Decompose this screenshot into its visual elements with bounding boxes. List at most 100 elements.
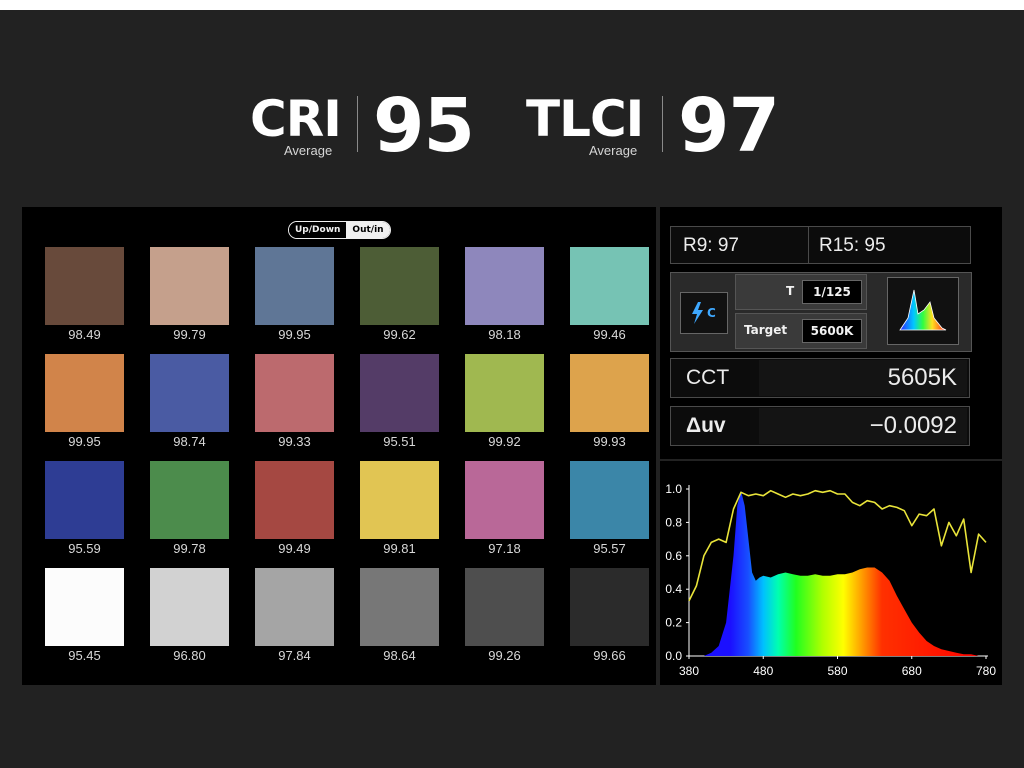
spectrum-chart: 0.0 0.2 0.4 0.6 0.8 1.0 380 480 580 680 780 — [665, 482, 996, 678]
x-tick-label: 680 — [902, 664, 922, 678]
swatch-score: 99.62 — [383, 327, 416, 342]
tlci-divider — [662, 96, 663, 152]
cri-value: 95 — [373, 83, 475, 169]
shutter-value: 1/125 — [802, 280, 862, 304]
duv-value: −0.0092 — [869, 412, 957, 439]
color-swatch — [45, 354, 124, 432]
cct-row: CCT 5605K — [670, 358, 970, 398]
spectrum-thumbnail-icon — [899, 289, 947, 331]
duv-label: Δuv — [686, 414, 726, 437]
color-swatch — [465, 247, 544, 325]
swatch-score: 96.80 — [173, 648, 206, 663]
swatch-score: 99.95 — [68, 434, 101, 449]
color-swatch — [570, 247, 649, 325]
top-band — [0, 0, 1024, 10]
color-swatch — [150, 568, 229, 646]
color-swatch — [465, 568, 544, 646]
mode-button[interactable]: C — [680, 292, 728, 334]
shutter-label: T — [786, 284, 795, 298]
tlci-value: 97 — [678, 83, 780, 169]
y-tick-label: 0.4 — [665, 582, 682, 596]
y-tick-label: 0.6 — [665, 549, 682, 563]
color-swatch — [570, 354, 649, 432]
x-tick-label: 480 — [753, 664, 773, 678]
flash-icon — [692, 302, 703, 324]
color-swatch — [465, 354, 544, 432]
swatch-score: 98.18 — [488, 327, 521, 342]
x-tick-label: 780 — [976, 664, 996, 678]
r9-value: R9: 97 — [683, 235, 739, 256]
y-tick-label: 1.0 — [665, 482, 682, 496]
color-swatch — [255, 568, 334, 646]
color-swatch — [255, 354, 334, 432]
swatch-score: 95.51 — [383, 434, 416, 449]
cri-average-label: Average — [284, 143, 333, 158]
color-swatch — [360, 354, 439, 432]
color-swatch — [45, 568, 124, 646]
swatch-score: 99.81 — [383, 541, 416, 556]
swatch-score: 99.26 — [488, 648, 521, 663]
spectrum-area — [689, 490, 986, 656]
swatch-score: 99.46 — [593, 327, 626, 342]
x-tick-label: 580 — [827, 664, 847, 678]
color-swatch — [150, 461, 229, 539]
color-swatch-panel: Up/Down Out/in 98.49 99.79 99.95 99.62 98.18… — [22, 207, 656, 685]
y-tick-label: 0.2 — [665, 616, 682, 630]
toggle-out-in[interactable]: Out/in — [346, 222, 390, 238]
color-swatch — [360, 461, 439, 539]
color-swatch — [45, 461, 124, 539]
swatch-score: 95.45 — [68, 648, 101, 663]
r15-box: R15: 95 — [808, 226, 971, 264]
swatch-score: 99.66 — [593, 648, 626, 663]
cri-score: CRI Average 95 — [250, 88, 480, 164]
target-value: 5600K — [802, 319, 862, 343]
spectrum-chart-panel: 0.0 0.2 0.4 0.6 0.8 1.0 380 480 580 680 780 — [660, 461, 1002, 685]
camera-settings-box: C T 1/125 Target 5600K — [670, 272, 972, 352]
cct-value-field: 5605K — [759, 360, 967, 396]
tlci-score: TLCI Average 97 — [526, 88, 786, 164]
color-swatch — [150, 354, 229, 432]
cct-label: CCT — [686, 366, 730, 389]
y-tick-label: 0.0 — [665, 649, 682, 663]
shutter-row[interactable]: T 1/125 — [735, 274, 867, 310]
color-swatch — [360, 568, 439, 646]
swatch-score: 99.78 — [173, 541, 206, 556]
tlci-label: TLCI — [526, 90, 644, 148]
tlci-average-label: Average — [589, 143, 638, 158]
color-swatch — [255, 247, 334, 325]
duv-row: Δuv −0.0092 — [670, 406, 970, 446]
color-swatch — [570, 568, 649, 646]
x-tick-label: 380 — [679, 664, 699, 678]
swatch-score: 97.18 — [488, 541, 521, 556]
cri-label: CRI — [250, 90, 342, 148]
swatch-score: 95.59 — [68, 541, 101, 556]
color-swatch — [360, 247, 439, 325]
y-tick-label: 0.8 — [665, 515, 682, 529]
swatch-score: 99.33 — [278, 434, 311, 449]
r9-box: R9: 97 — [670, 226, 809, 264]
target-label: Target — [744, 323, 788, 337]
view-toggle[interactable]: Up/Down Out/in — [288, 221, 391, 239]
swatch-score: 98.49 — [68, 327, 101, 342]
color-swatch — [45, 247, 124, 325]
swatch-score: 99.49 — [278, 541, 311, 556]
swatch-score: 97.84 — [278, 648, 311, 663]
color-swatch — [465, 461, 544, 539]
swatch-score: 98.64 — [383, 648, 416, 663]
duv-value-field: −0.0092 — [759, 408, 967, 444]
target-row[interactable]: Target 5600K — [735, 313, 867, 349]
spectrum-thumbnail-button[interactable] — [887, 277, 959, 345]
color-swatch — [570, 461, 649, 539]
swatch-score: 95.57 — [593, 541, 626, 556]
color-swatch — [150, 247, 229, 325]
toggle-up-down[interactable]: Up/Down — [289, 222, 347, 238]
color-swatch — [255, 461, 334, 539]
cct-value: 5605K — [887, 364, 957, 391]
swatch-score: 99.95 — [278, 327, 311, 342]
swatch-score: 99.93 — [593, 434, 626, 449]
swatch-score: 99.92 — [488, 434, 521, 449]
r15-value: R15: 95 — [819, 235, 886, 256]
cri-divider — [357, 96, 358, 152]
swatch-score: 99.79 — [173, 327, 206, 342]
swatch-score: 98.74 — [173, 434, 206, 449]
